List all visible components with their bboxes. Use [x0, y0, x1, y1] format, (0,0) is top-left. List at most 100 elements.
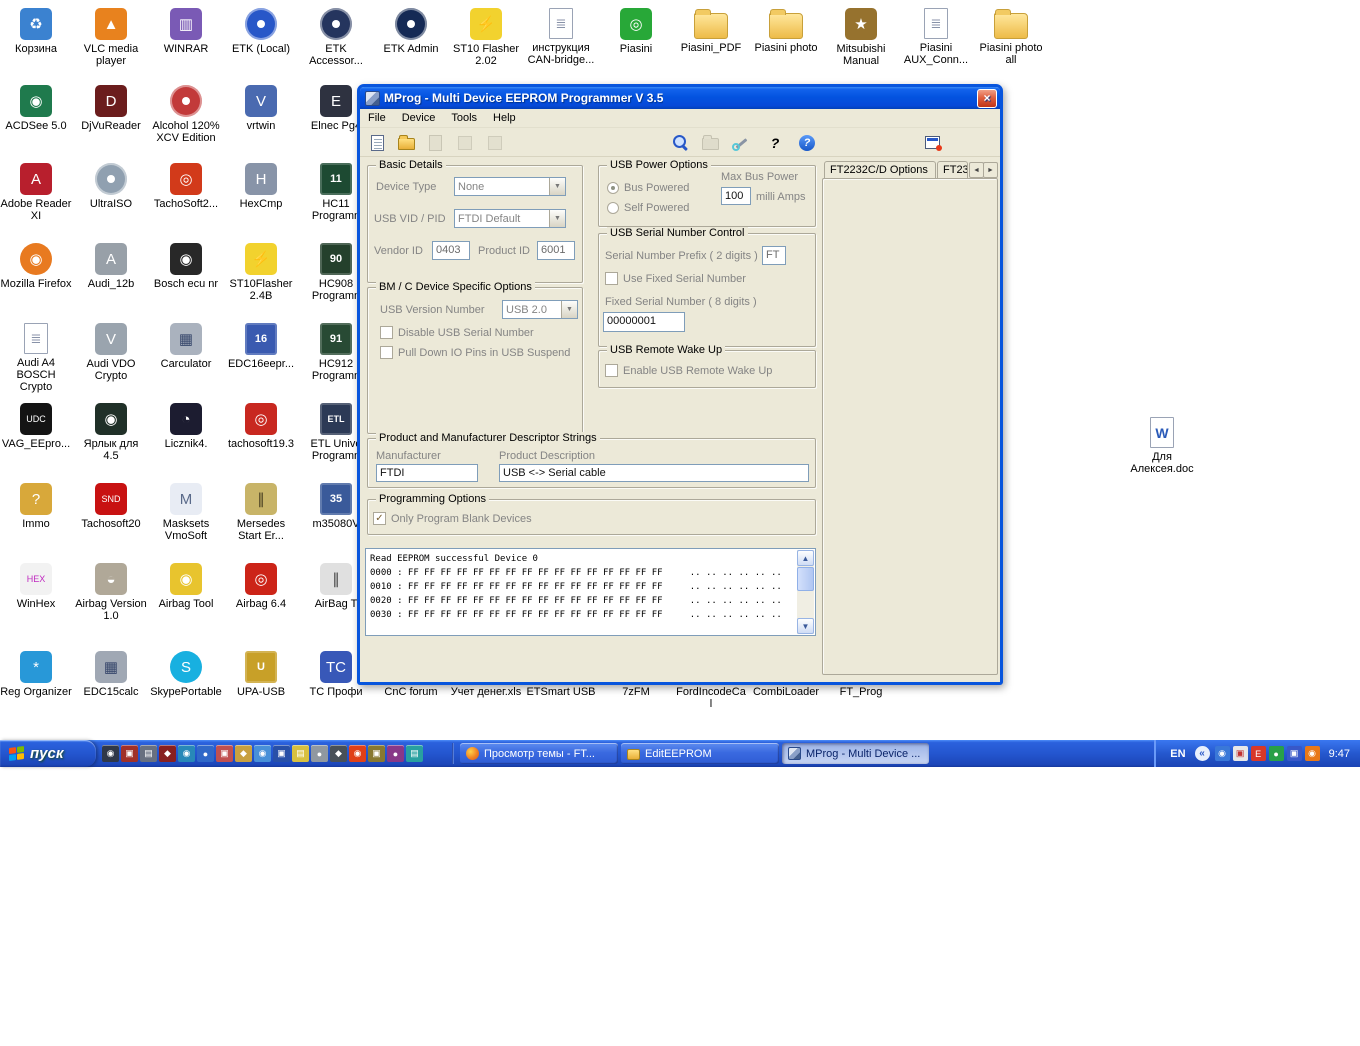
desktop-icon-etk-accessor[interactable]: ETK Accessor... — [300, 8, 372, 67]
menu-file[interactable]: File — [360, 110, 394, 126]
quicklaunch-icon-13[interactable]: ◆ — [330, 745, 347, 762]
enable-remote-wake-checkbox[interactable]: Enable USB Remote Wake Up — [605, 364, 772, 377]
disable-usb-serial-checkbox[interactable]: Disable USB Serial Number — [380, 326, 534, 339]
taskbar-button-mprog-multi-device[interactable]: MProg - Multi Device ... — [782, 743, 929, 764]
scrollbar-thumb[interactable] — [797, 567, 814, 591]
desktop-icon-инструкция-can-bridge[interactable]: ≣инструкция CAN-bridge... — [525, 8, 597, 66]
device-info-button[interactable] — [920, 131, 944, 154]
new-file-button[interactable] — [365, 131, 389, 154]
desktop-icon-etk-admin[interactable]: ETK Admin — [375, 8, 447, 55]
desktop-icon-upa-usb[interactable]: UUPA-USB — [225, 651, 297, 698]
quicklaunch-icon-12[interactable]: ● — [311, 745, 328, 762]
desktop-icon-masksets-vmosoft[interactable]: MMasksets VmoSoft — [150, 483, 222, 542]
desktop-icon-audi-vdo-crypto[interactable]: VAudi VDO Crypto — [75, 323, 147, 382]
desktop-icon-piasini[interactable]: ◎Piasini — [600, 8, 672, 55]
chevron-down-icon[interactable]: ▼ — [549, 210, 565, 227]
program-button[interactable] — [728, 131, 752, 154]
pulldown-io-checkbox[interactable]: Pull Down IO Pins in USB Suspend — [380, 346, 570, 359]
bus-powered-radio[interactable]: Bus Powered — [607, 182, 689, 194]
desktop-icon-piasini-photo-all[interactable]: Piasini photo all — [975, 8, 1047, 66]
desktop-icon-skypeportable[interactable]: SSkypePortable — [150, 651, 222, 698]
quicklaunch-icon-3[interactable]: ▤ — [140, 745, 157, 762]
max-bus-power-field[interactable]: 100 — [721, 187, 751, 205]
desktop-icon-для-алексея-doc[interactable]: WДля Алексея.doc — [1126, 417, 1198, 475]
usb-version-select[interactable]: USB 2.0 ▼ — [502, 300, 578, 319]
scan-devices-button[interactable] — [668, 131, 692, 154]
product-description-field[interactable]: USB <-> Serial cable — [499, 464, 809, 482]
desktop-icon-vag-eepro[interactable]: UDCVAG_EEpro... — [0, 403, 72, 450]
self-powered-radio[interactable]: Self Powered — [607, 202, 689, 214]
desktop-icon-корзина[interactable]: ♻Корзина — [0, 8, 72, 55]
quicklaunch-icon-6[interactable]: ● — [197, 745, 214, 762]
desktop-icon-alcohol-120-xcv-edition[interactable]: Alcohol 120% XCV Edition — [150, 85, 222, 144]
quicklaunch-icon-1[interactable]: ◉ — [102, 745, 119, 762]
quicklaunch-icon-15[interactable]: ▣ — [368, 745, 385, 762]
taskbar-button-просмотр-темы-ft[interactable]: Просмотр темы - FT... — [460, 743, 618, 764]
use-fixed-serial-checkbox[interactable]: Use Fixed Serial Number — [605, 272, 746, 285]
desktop-icon-bosch-ecu-nr[interactable]: ◉Bosch ecu nr — [150, 243, 222, 290]
desktop-icon-tachosoft19-3[interactable]: ◎tachosoft19.3 — [225, 403, 297, 450]
taskbar-button-editeeprom[interactable]: EditEEPROM — [621, 743, 779, 764]
log-scrollbar[interactable]: ▲ ▼ — [797, 550, 814, 634]
desktop-icon-licznik4[interactable]: ◔Licznik4. — [150, 403, 222, 450]
desktop-icon-winrar[interactable]: ▥WINRAR — [150, 8, 222, 55]
tab-ft2232-options[interactable]: FT2232C/D Options — [824, 161, 936, 179]
desktop-icon-mersedes-start-er[interactable]: ∥Mersedes Start Er... — [225, 483, 297, 542]
open-file-button[interactable] — [394, 131, 418, 154]
desktop-icon-edc15calc[interactable]: ▦EDC15calc — [75, 651, 147, 698]
tray-icon-1[interactable]: ◉ — [1215, 746, 1230, 761]
desktop-icon-vrtwin[interactable]: Vvrtwin — [225, 85, 297, 132]
desktop-icon-vlc-media-player[interactable]: ▲VLC media player — [75, 8, 147, 67]
desktop-icon-st10-flasher-2-02[interactable]: ⚡ST10 Flasher 2.02 — [450, 8, 522, 67]
help-button[interactable]: ? — [795, 131, 819, 154]
desktop-icon-airbag-tool[interactable]: ◉Airbag Tool — [150, 563, 222, 610]
quicklaunch-icon-14[interactable]: ◉ — [349, 745, 366, 762]
quicklaunch-icon-17[interactable]: ▤ — [406, 745, 423, 762]
tray-icon-5[interactable]: ▣ — [1287, 746, 1302, 761]
desktop-icon-ярлык-для-4-5[interactable]: ◉Ярлык для 4.5 — [75, 403, 147, 462]
tab-scroll-right-button[interactable]: ► — [983, 162, 998, 178]
quicklaunch-icon-11[interactable]: ▤ — [292, 745, 309, 762]
tray-icon-3[interactable]: E — [1251, 746, 1266, 761]
tab-scroll-left-button[interactable]: ◄ — [969, 162, 984, 178]
desktop-icon-djvureader[interactable]: DDjVuReader — [75, 85, 147, 132]
scroll-down-button[interactable]: ▼ — [797, 618, 814, 634]
desktop-icon-piasini-photo[interactable]: Piasini photo — [750, 8, 822, 54]
quicklaunch-icon-8[interactable]: ◆ — [235, 745, 252, 762]
scroll-up-button[interactable]: ▲ — [797, 550, 814, 566]
desktop-icon-hexcmp[interactable]: HHexCmp — [225, 163, 297, 210]
quicklaunch-icon-10[interactable]: ▣ — [273, 745, 290, 762]
title-bar[interactable]: MProg - Multi Device EEPROM Programmer V… — [360, 87, 1000, 109]
usb-vidpid-select[interactable]: FTDI Default ▼ — [454, 209, 566, 228]
desktop-icon-winhex[interactable]: HEXWinHex — [0, 563, 72, 610]
manufacturer-field[interactable]: FTDI — [376, 464, 478, 482]
quicklaunch-icon-9[interactable]: ◉ — [254, 745, 271, 762]
menu-help[interactable]: Help — [485, 110, 524, 126]
only-blank-devices-checkbox[interactable]: ✓ Only Program Blank Devices — [373, 512, 532, 525]
desktop-icon-mitsubishi-manual[interactable]: ★Mitsubishi Manual — [825, 8, 897, 67]
tray-icon-2[interactable]: ▣ — [1233, 746, 1248, 761]
desktop-icon-ultraiso[interactable]: UltraISO — [75, 163, 147, 210]
chevron-down-icon[interactable]: ▼ — [561, 301, 577, 318]
quicklaunch-icon-5[interactable]: ◉ — [178, 745, 195, 762]
close-button[interactable]: × — [977, 89, 997, 108]
desktop-icon-tachosoft2[interactable]: ◎TachoSoft2... — [150, 163, 222, 210]
desktop-icon-airbag-version-1-0[interactable]: ◒Airbag Version 1.0 — [75, 563, 147, 622]
serial-prefix-field[interactable]: FT — [762, 246, 786, 265]
desktop-icon-carculator[interactable]: ▦Carculator — [150, 323, 222, 370]
desktop-icon-st10flasher-2-4b[interactable]: ⚡ST10Flasher 2.4B — [225, 243, 297, 302]
log-panel[interactable]: Read EEPROM successful Device 00000 : FF… — [365, 548, 816, 636]
vendor-id-field[interactable]: 0403 — [432, 241, 470, 260]
product-id-field[interactable]: 6001 — [537, 241, 575, 260]
desktop-icon-adobe-reader-xi[interactable]: AAdobe Reader XI — [0, 163, 72, 222]
tab-ft232[interactable]: FT232 — [937, 161, 968, 179]
desktop-icon-mozilla-firefox[interactable]: ◉Mozilla Firefox — [0, 243, 72, 290]
whats-this-button[interactable]: ? — [763, 131, 787, 154]
quicklaunch-icon-4[interactable]: ◆ — [159, 745, 176, 762]
desktop-icon-immo[interactable]: ?Immo — [0, 483, 72, 530]
desktop-icon-piasini-pdf[interactable]: Piasini_PDF — [675, 8, 747, 54]
desktop-icon-reg-organizer[interactable]: *Reg Organizer — [0, 651, 72, 698]
start-button[interactable]: пуск — [0, 740, 96, 767]
desktop-icon-etk-local[interactable]: ETK (Local) — [225, 8, 297, 55]
tray-icon-4[interactable]: ● — [1269, 746, 1284, 761]
